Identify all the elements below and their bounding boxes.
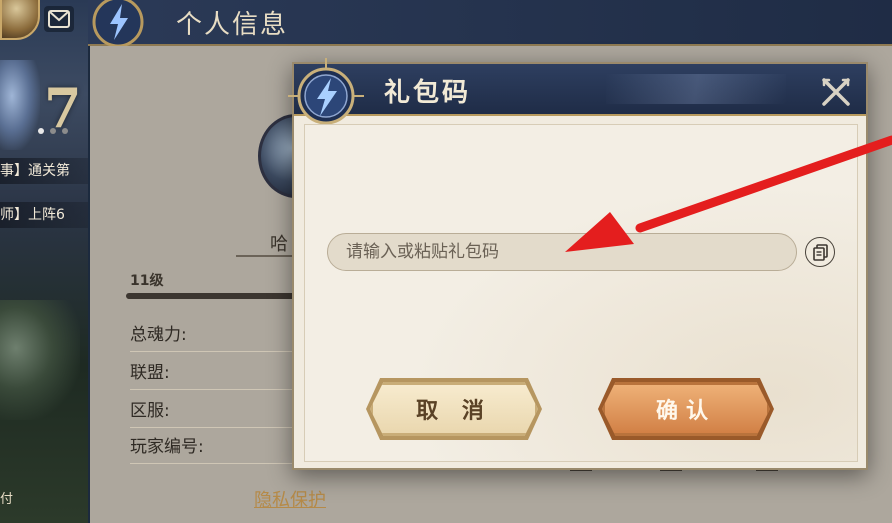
privacy-link[interactable]: 隐私保护 bbox=[254, 486, 326, 512]
paste-icon bbox=[813, 244, 828, 261]
dialog-header bbox=[294, 64, 866, 116]
field-server: 区服: bbox=[130, 396, 306, 428]
carousel-dot bbox=[50, 128, 56, 134]
carousel-dots bbox=[38, 128, 68, 134]
field-alliance: 联盟: bbox=[130, 358, 306, 390]
close-button[interactable] bbox=[818, 74, 854, 110]
background-character bbox=[0, 60, 40, 150]
profile-title: 个人信息 bbox=[176, 10, 289, 40]
task-line-1[interactable]: 事】通关第 bbox=[0, 158, 88, 184]
paste-button[interactable] bbox=[805, 237, 835, 267]
background-foliage bbox=[0, 300, 80, 420]
mail-icon[interactable] bbox=[44, 6, 74, 32]
close-x-icon bbox=[822, 78, 850, 106]
field-power: 总魂力: bbox=[130, 320, 306, 352]
cancel-button[interactable]: 取 消 bbox=[370, 382, 538, 436]
task-line-2[interactable]: 师】上阵6 bbox=[0, 202, 88, 228]
confirm-button[interactable]: 确认 bbox=[602, 382, 770, 436]
carousel-dot bbox=[38, 128, 44, 134]
profile-level: 11级 bbox=[130, 273, 164, 289]
dialog-title: 礼包码 bbox=[384, 78, 472, 108]
header-decoration bbox=[606, 74, 786, 104]
field-player-id: 玩家编号: bbox=[130, 432, 306, 464]
gift-code-dialog: 礼包码 取 消 确认 bbox=[288, 58, 868, 470]
carousel-dot bbox=[62, 128, 68, 134]
bottom-left-text: 付 bbox=[0, 492, 14, 507]
level-progress-bar bbox=[126, 293, 306, 299]
profile-name: 哈 bbox=[270, 234, 288, 255]
gift-code-input[interactable] bbox=[327, 233, 797, 271]
